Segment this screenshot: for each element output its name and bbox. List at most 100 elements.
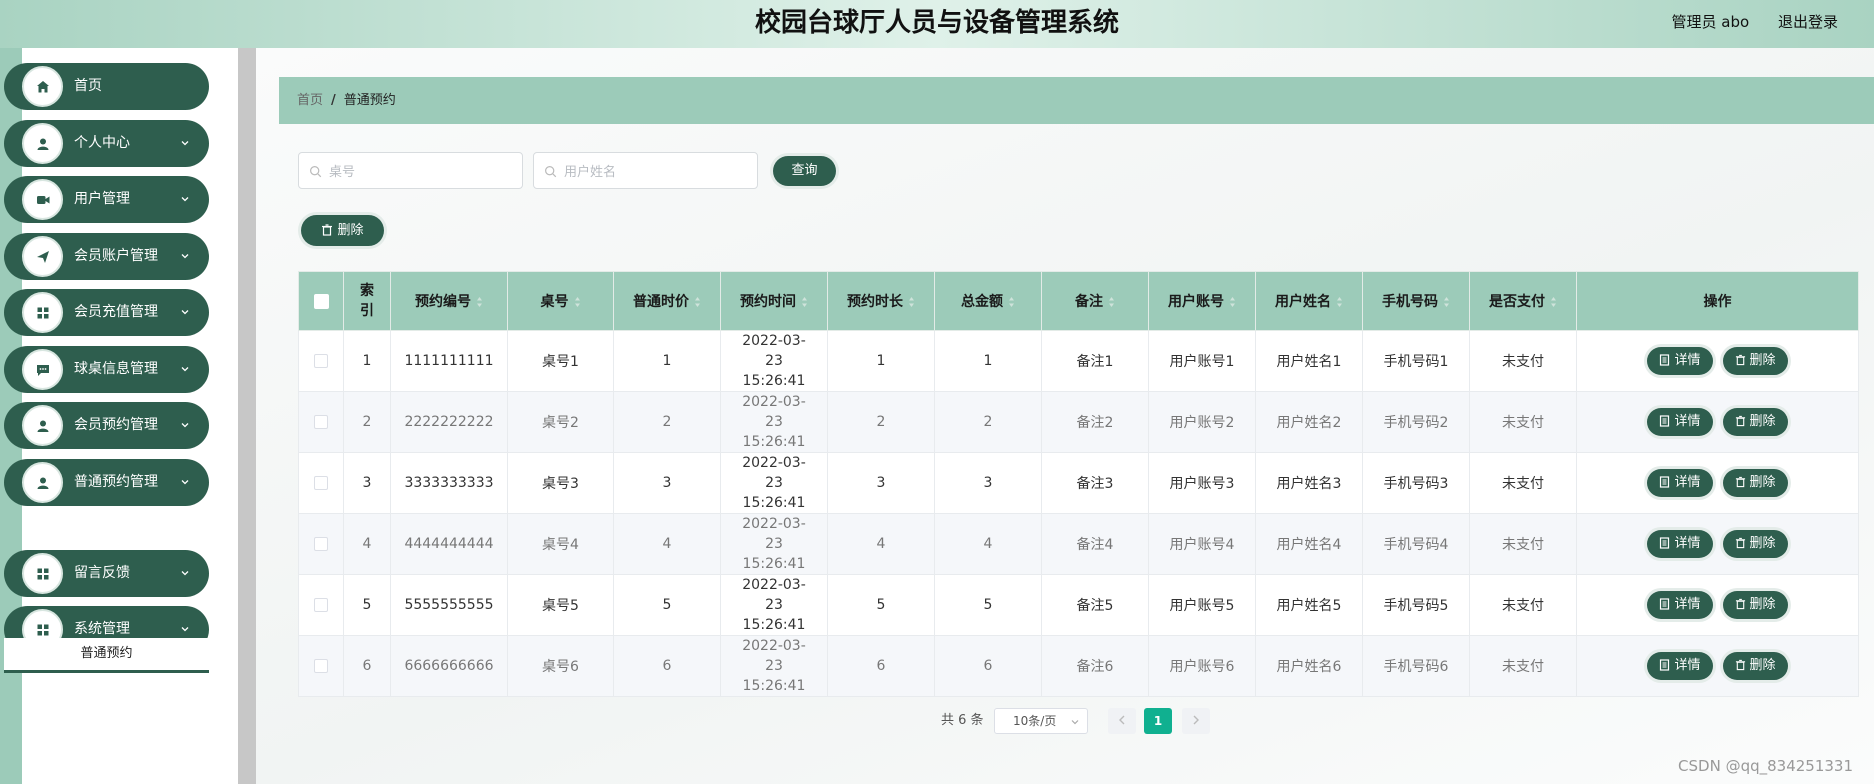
column-header[interactable]: 总金额 [934,271,1042,331]
column-header[interactable]: 是否支付 [1469,271,1577,331]
logout-link[interactable]: 退出登录 [1778,13,1838,31]
table-number-input[interactable] [327,159,511,185]
delete-label: 删除 [1749,475,1776,490]
delete-button[interactable]: 删除 [1722,530,1788,558]
user-name-search[interactable] [533,152,758,189]
sort-icon[interactable] [1336,296,1343,308]
sidebar-item-2[interactable]: 用户管理 [4,176,209,223]
sidebar-item-3[interactable]: 会员账户管理 [4,233,209,280]
menu-icon-badge [22,292,63,333]
column-header[interactable]: 预约时长 [827,271,935,331]
table-cell: 用户姓名6 [1255,635,1363,697]
row-checkbox[interactable] [314,598,328,612]
column-header[interactable]: 普通时价 [613,271,721,331]
sort-icon[interactable] [1008,296,1015,308]
delete-button[interactable]: 删除 [1722,469,1788,497]
sort-icon[interactable] [574,296,581,308]
column-header[interactable]: 预约编号 [390,271,508,331]
document-icon [1660,476,1670,488]
trash-icon [1735,476,1745,488]
search-icon [310,166,322,178]
table-cell: 4 [934,513,1042,575]
sidebar-item-6[interactable]: 会员预约管理 [4,402,209,449]
sidebar-item-4[interactable]: 会员充值管理 [4,289,209,336]
breadcrumb-current: 普通预约 [343,93,396,108]
table-cell: 6 [827,635,935,697]
table-cell: 未支付 [1469,574,1577,636]
batch-delete-label: 删除 [337,223,364,238]
batch-delete-button[interactable]: 删除 [301,215,384,246]
chevron-down-icon [181,197,189,202]
table-cell: 2 [613,391,721,453]
row-checkbox[interactable] [314,537,328,551]
column-header-label: 预约时间 [740,294,796,310]
chevron-down-icon [181,254,189,259]
detail-button[interactable]: 详情 [1647,347,1713,375]
sort-icon[interactable] [694,296,701,308]
row-checkbox[interactable] [314,476,328,490]
table-cell: 1 [827,330,935,392]
row-checkbox[interactable] [314,659,328,673]
chevron-down-icon [181,310,189,315]
delete-button[interactable]: 删除 [1722,347,1788,375]
sort-icon[interactable] [1108,296,1115,308]
table-cell: 3 [613,452,721,514]
detail-button[interactable]: 详情 [1647,408,1713,436]
delete-button[interactable]: 删除 [1722,591,1788,619]
delete-label: 删除 [1749,414,1776,429]
table-cell: 3 [827,452,935,514]
detail-button[interactable]: 详情 [1647,591,1713,619]
submenu-item-normal-booking[interactable]: 普通预约 [4,638,209,673]
sidebar-item-7[interactable]: 普通预约管理 [4,459,209,506]
column-header[interactable]: 预约时间 [720,271,828,331]
sidebar-item-0[interactable]: 首页 [4,63,209,110]
sidebar-item-8[interactable]: 留言反馈 [4,550,209,597]
page-number-button[interactable]: 1 [1144,708,1172,734]
page-size-select[interactable]: 10条/页 [994,708,1088,734]
detail-button[interactable]: 详情 [1647,469,1713,497]
sort-icon[interactable] [1229,296,1236,308]
trash-icon [1735,415,1745,427]
column-header[interactable]: 桌号 [507,271,614,331]
column-header[interactable]: 手机号码 [1362,271,1470,331]
sort-icon[interactable] [908,296,915,308]
column-header[interactable]: 用户姓名 [1255,271,1363,331]
column-header[interactable]: 备注 [1041,271,1149,331]
table-cell: 未支付 [1469,330,1577,392]
table-cell: 备注6 [1041,635,1149,697]
table-cell: 2022-03-23 15:26:41 [720,574,828,636]
table-cell: 桌号5 [507,574,614,636]
table-cell: 备注5 [1041,574,1149,636]
delete-button[interactable]: 删除 [1722,408,1788,436]
table-cell: 用户姓名5 [1255,574,1363,636]
table-cell: 桌号1 [507,330,614,392]
menu-icon-badge [22,349,63,390]
next-page-button[interactable] [1182,708,1210,734]
grid-icon [37,568,48,579]
sidebar-item-5[interactable]: 球桌信息管理 [4,346,209,393]
column-header-label: 桌号 [540,294,569,310]
table-cell: 6 [613,635,721,697]
select-all-checkbox[interactable] [313,293,329,309]
header-user-area: 管理员 abo 退出登录 [1648,0,1838,44]
table-cell: 4 [343,513,391,575]
query-button[interactable]: 查询 [773,156,836,186]
booking-table: 索引 预约编号 桌号 普通时价 预约时间 预约时长 总金额 备注 用户账号 用户姓名 手机号码 是否支… [298,271,1859,697]
sort-icon[interactable] [476,296,483,308]
row-checkbox[interactable] [314,415,328,429]
detail-button[interactable]: 详情 [1647,652,1713,680]
sidebar-item-1[interactable]: 个人中心 [4,120,209,167]
row-checkbox[interactable] [314,354,328,368]
sort-icon[interactable] [801,296,808,308]
breadcrumb-home[interactable]: 首页 [297,93,323,108]
sidebar-item-label: 会员预约管理 [74,417,158,433]
column-header[interactable]: 用户账号 [1148,271,1256,331]
table-number-search[interactable] [298,152,523,189]
prev-page-button[interactable] [1108,708,1136,734]
delete-button[interactable]: 删除 [1722,652,1788,680]
detail-button[interactable]: 详情 [1647,530,1713,558]
user-name-input[interactable] [562,159,746,185]
sort-icon[interactable] [1443,296,1450,308]
sort-icon[interactable] [1550,296,1557,308]
sidebar-item-label: 会员账户管理 [74,248,158,264]
